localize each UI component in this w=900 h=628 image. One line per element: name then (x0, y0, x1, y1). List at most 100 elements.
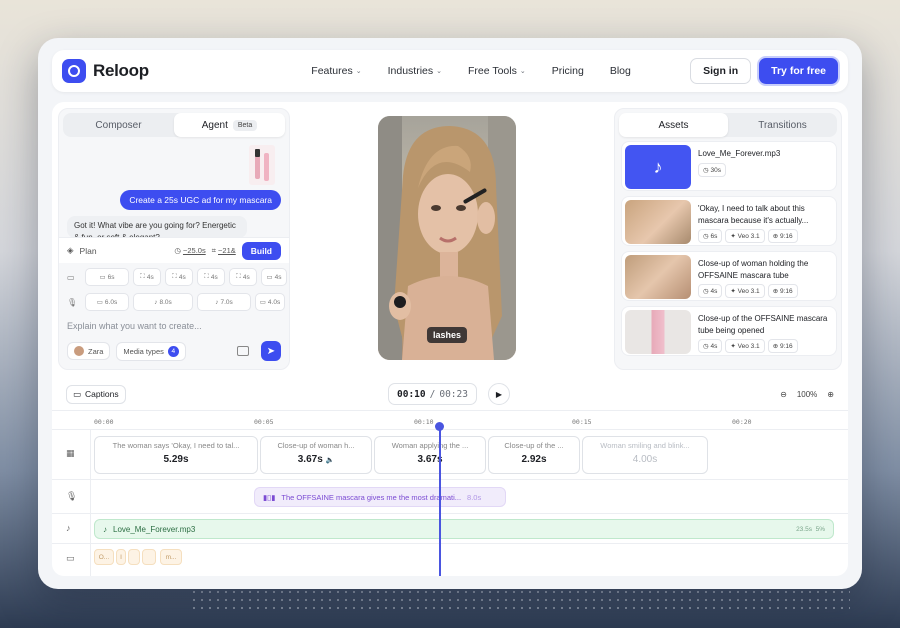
asset-item[interactable]: ♪ Love_Me_Forever.mp3 ◷ 30s (621, 141, 837, 191)
plan-label: Plan (79, 245, 97, 256)
chevron-down-icon: ⌄ (355, 68, 362, 75)
asset-ratio: ⊕ 9:16 (767, 284, 798, 299)
sign-in-button[interactable]: Sign in (690, 58, 752, 84)
build-button[interactable]: Build (241, 241, 281, 260)
mascara-product-image (249, 145, 275, 185)
plan-row: ◈ Plan ◷ ~25.0s ⌗ ~21& Build (59, 237, 289, 263)
tab-agent[interactable]: Agent Beta (174, 113, 285, 137)
zoom-in-icon[interactable]: ⊕ (827, 390, 834, 399)
media-types-selector[interactable]: Media types 4 (116, 341, 186, 361)
voiceover-clip[interactable]: ▮▯▮ The OFFSAINE mascara gives me the mo… (254, 487, 506, 507)
prompt-input[interactable]: Explain what you want to create... (67, 321, 202, 331)
plan-video-chip[interactable]: ⛶ 4s (165, 268, 193, 286)
reloop-logo-icon (62, 59, 86, 83)
avatar-selector[interactable]: Zara (67, 342, 111, 360)
media-types-count: 4 (167, 345, 179, 357)
tab-agent-label: Agent (201, 119, 228, 131)
plan-video-chip[interactable]: ▭ 4s (261, 268, 287, 286)
asset-thumbnail (625, 200, 691, 244)
video-clip[interactable]: Close-up of the ... 2.92s (488, 436, 580, 474)
music-note-icon: ♪ (103, 524, 107, 534)
woman-applying-mascara-image (378, 116, 516, 360)
asset-tabs: Assets Transitions (619, 113, 837, 137)
brand-logo[interactable]: Reloop (62, 59, 252, 83)
plan-audio-chip[interactable]: ♪ 7.0s (197, 293, 251, 311)
avatar (74, 346, 84, 356)
brand-name: Reloop (93, 61, 149, 80)
plan-video-chip[interactable]: ▭ 6s (85, 268, 129, 286)
total-time: 00:23 (439, 388, 468, 400)
tab-assets[interactable]: Assets (619, 113, 728, 137)
send-button[interactable]: ➤ (261, 341, 281, 361)
music-note-icon: ♪ (625, 145, 691, 189)
audio-plan-row: 🎙 ▭ 6.0s ♪ 8.0s ♪ 7.0s ▭ 4.0s (59, 291, 289, 313)
volume-icon: 🔈 (325, 457, 335, 464)
composer-panel: Composer Agent Beta Create a 25s UGC ad … (58, 108, 290, 370)
voiceover-track: 🎙 ▮▯▮ The OFFSAINE mascara gives me the … (52, 480, 848, 514)
zoom-out-icon[interactable]: ⊖ (780, 390, 787, 399)
asset-model: ✦ Veo 3.1 (725, 229, 765, 244)
timeline-toolbar: ▭ Captions 00:10 / 00:23 ▶ ⊖ 100% ⊕ (52, 378, 848, 410)
caption-clip[interactable] (142, 549, 156, 565)
plan-video-chip[interactable]: ⛶ 4s (229, 268, 257, 286)
plan-audio-chip[interactable]: ♪ 8.0s (133, 293, 193, 311)
music-track: ♪ ♪ Love_Me_Forever.mp3 23.5s 5% (52, 514, 848, 544)
waveform-icon: ▮▯▮ (263, 492, 276, 502)
user-message: Create a 25s UGC ad for my mascara (120, 190, 281, 210)
asset-ratio: ⊕ 9:16 (767, 229, 798, 244)
main-menu: Features ⌄ Industries ⌄ Free Tools ⌄ Pricin… (252, 65, 690, 77)
microphone-icon: 🎙 (66, 491, 78, 501)
plan-audio-chip[interactable]: ▭ 6.0s (85, 293, 129, 311)
zoom-level: 100% (796, 389, 818, 399)
current-time: 00:10 (397, 388, 426, 400)
caption-clip[interactable]: m... (160, 549, 182, 565)
timecode: 00:10 / 00:23 (388, 383, 477, 405)
asset-model: ✦ Veo 3.1 (725, 284, 765, 299)
playhead[interactable] (439, 430, 441, 576)
asset-item[interactable]: Close-up of the OFFSAINE mascara tube be… (621, 306, 837, 356)
menu-item-industries[interactable]: Industries ⌄ (388, 65, 442, 77)
layers-icon: ◈ (67, 245, 74, 255)
video-preview[interactable]: lashes (378, 116, 516, 360)
video-plan-row: ▭ ▭ 6s ⛶ 4s ⛶ 4s ⛶ 4s ⛶ 4s ▭ 4s (59, 266, 289, 288)
menu-item-features[interactable]: Features ⌄ (311, 65, 361, 77)
plan-ratio: ~21& (218, 245, 236, 255)
video-track: ▦ The woman says 'Okay, I need to tal...… (52, 430, 848, 480)
beta-badge: Beta (232, 119, 258, 131)
music-clip[interactable]: ♪ Love_Me_Forever.mp3 23.5s 5% (94, 519, 834, 539)
menu-item-free-tools[interactable]: Free Tools ⌄ (468, 65, 526, 77)
microphone-icon: 🎙 (67, 297, 78, 307)
asset-thumbnail (625, 255, 691, 299)
asset-title: Love_Me_Forever.mp3 (698, 149, 781, 158)
asset-item[interactable]: Close-up of woman holding the OFFSAINE m… (621, 251, 837, 301)
caption-clip[interactable]: O... (94, 549, 114, 565)
timeline-ruler[interactable]: 00:00 00:05 00:10 00:15 00:20 (52, 410, 848, 430)
caption-clip[interactable]: I (116, 549, 126, 565)
video-clip[interactable]: The woman says 'Okay, I need to tal... 5.… (94, 436, 258, 474)
image-upload-icon[interactable] (237, 346, 249, 356)
captions-button[interactable]: ▭ Captions (66, 384, 126, 404)
plan-audio-chip[interactable]: ▭ 4.0s (255, 293, 285, 311)
tab-transitions[interactable]: Transitions (728, 113, 837, 137)
plan-video-chip[interactable]: ⛶ 4s (133, 268, 161, 286)
play-button[interactable]: ▶ (488, 383, 510, 405)
composer-tabs: Composer Agent Beta (63, 113, 285, 137)
asset-duration: ◷ 4s (698, 339, 723, 354)
video-clip[interactable]: Woman applying the ... 3.67s (374, 436, 486, 474)
plan-video-chip[interactable]: ⛶ 4s (197, 268, 225, 286)
asset-duration: ◷ 30s (698, 162, 726, 177)
ratio-icon: ⌗ ~21& (211, 245, 236, 255)
video-caption: lashes (426, 327, 468, 343)
top-nav: Reloop Features ⌄ Industries ⌄ Free Tools ⌄… (52, 50, 848, 92)
menu-item-pricing[interactable]: Pricing (552, 65, 584, 77)
asset-item[interactable]: 'Okay, I need to talk about this mascara… (621, 196, 837, 246)
film-icon: ▦ (66, 448, 75, 458)
video-clip[interactable]: Close-up of woman h... 3.67s 🔈 (260, 436, 372, 474)
video-clip[interactable]: Woman smiling and blink... 4.00s (582, 436, 708, 474)
asset-title: 'Okay, I need to talk about this mascara… (698, 204, 809, 225)
try-for-free-button[interactable]: Try for free (759, 58, 838, 84)
menu-item-blog[interactable]: Blog (610, 65, 631, 77)
caption-clip[interactable] (128, 549, 140, 565)
play-icon: ▶ (495, 389, 503, 399)
tab-composer[interactable]: Composer (63, 113, 174, 137)
